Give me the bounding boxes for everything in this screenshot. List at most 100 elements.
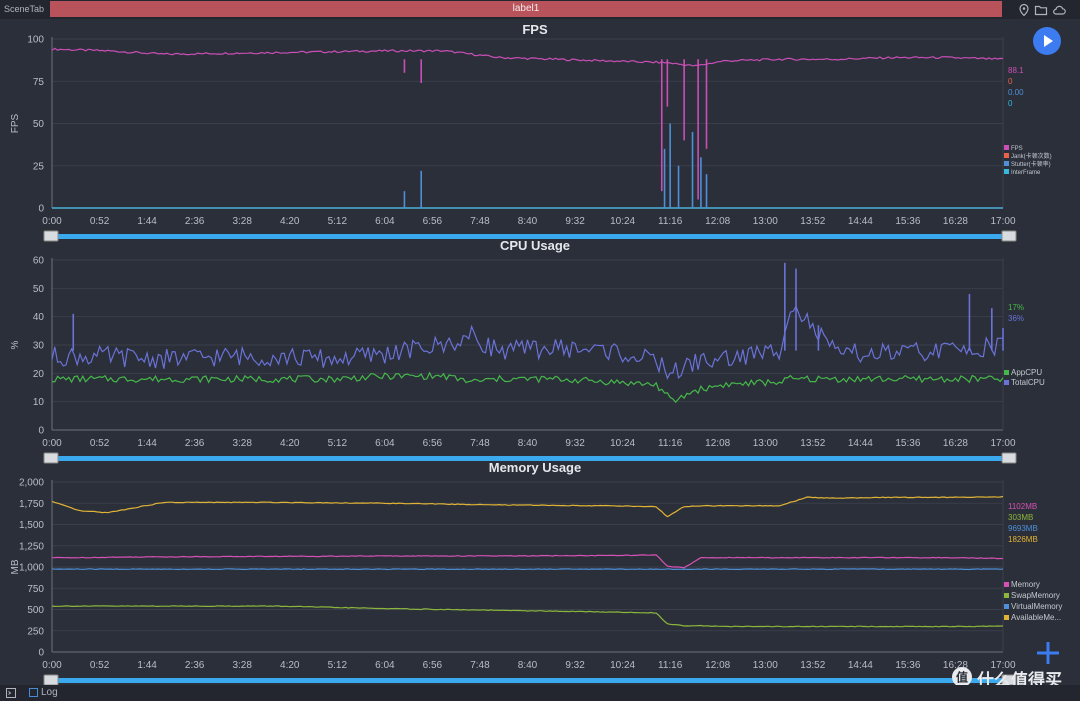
x-tick-label: 15:36 <box>895 660 920 671</box>
y-tick-label: 0 <box>38 426 44 437</box>
x-tick-label: 2:36 <box>185 438 205 449</box>
x-tick-label: 16:28 <box>943 438 968 449</box>
charts-area: FPS0255075100FPS0:00 0:52 1:44 2:36 3:28 4:20… <box>10 22 1062 685</box>
scene-tab[interactable]: SceneTab <box>2 2 46 17</box>
legend-entry[interactable]: FPS <box>1011 146 1023 152</box>
x-tick-label: 15:36 <box>895 438 920 449</box>
x-tick-label: 17:00 <box>990 216 1015 227</box>
y-axis-label: % <box>10 340 21 349</box>
y-tick-label: 1,500 <box>19 520 44 531</box>
x-tick-label: 0:52 <box>90 660 110 671</box>
y-tick-label: 30 <box>33 341 45 352</box>
series-line-0 <box>51 554 1003 569</box>
legend-entry[interactable]: Jank(卡顿次数) <box>1011 152 1052 160</box>
x-tick-label: 1:44 <box>137 216 157 227</box>
y-tick-label: 1,750 <box>19 499 44 510</box>
legend-entry[interactable]: Stutter(卡顿率) <box>1011 160 1051 168</box>
legend-swatch <box>1004 145 1009 150</box>
x-tick-label: 13:00 <box>753 438 778 449</box>
x-tick-label: 3:28 <box>232 660 252 671</box>
x-tick-label: 12:08 <box>705 660 730 671</box>
slider-handle-left[interactable] <box>43 230 59 242</box>
series-line-3 <box>51 495 1004 518</box>
x-tick-label: 11:16 <box>658 438 683 449</box>
legend-entry[interactable]: VirtualMemory <box>1011 602 1062 611</box>
x-tick-label: 8:40 <box>518 438 538 449</box>
legend-swatch <box>1004 615 1009 620</box>
x-tick-label: 9:32 <box>565 216 585 227</box>
cloud-icon[interactable] <box>1052 3 1066 17</box>
x-tick-label: 1:44 <box>137 660 157 671</box>
slider-handle-left[interactable] <box>43 674 59 685</box>
x-tick-label: 16:28 <box>943 216 968 227</box>
current-value: 36% <box>1008 314 1024 323</box>
play-icon <box>1044 35 1053 47</box>
slider-handle-right[interactable] <box>1001 230 1017 242</box>
y-tick-label: 500 <box>27 605 44 616</box>
x-tick-label: 0:00 <box>42 438 62 449</box>
location-pin-icon[interactable] <box>1017 3 1031 17</box>
y-tick-label: 10 <box>33 397 45 408</box>
plus-icon[interactable] <box>1035 640 1061 666</box>
y-tick-label: 0 <box>38 204 44 215</box>
x-tick-label: 6:56 <box>423 438 443 449</box>
current-value: 303MB <box>1008 513 1033 522</box>
x-tick-label: 15:36 <box>895 216 920 227</box>
play-button[interactable] <box>1033 27 1061 55</box>
x-tick-label: 0:00 <box>42 660 62 671</box>
range-slider[interactable] <box>51 678 1003 683</box>
current-value: 17% <box>1008 303 1024 312</box>
x-tick-label: 13:52 <box>800 660 825 671</box>
chart-mem: Memory Usage 0 250 500 750 1,000 1,250 1,500 1,7… <box>10 460 1062 685</box>
x-tick-label: 11:16 <box>658 216 683 227</box>
x-tick-label: 5:12 <box>328 216 348 227</box>
x-tick-label: 9:32 <box>565 438 585 449</box>
x-tick-label: 3:28 <box>232 438 252 449</box>
y-tick-label: 0 <box>38 648 44 659</box>
x-tick-label: 8:40 <box>518 660 538 671</box>
y-tick-label: 50 <box>33 119 45 130</box>
legend-entry[interactable]: AvailableMe... <box>1011 613 1061 622</box>
x-tick-label: 10:24 <box>610 660 635 671</box>
chart-title: Memory Usage <box>489 460 581 475</box>
slider-handle-right[interactable] <box>1001 452 1017 464</box>
x-tick-label: 4:20 <box>280 438 300 449</box>
legend-entry[interactable]: SwapMemory <box>1011 591 1060 600</box>
legend-swatch <box>1004 153 1009 158</box>
y-tick-label: 1,250 <box>19 541 44 552</box>
x-tick-label: 1:44 <box>137 438 157 449</box>
legend-entry[interactable]: Memory <box>1011 580 1040 589</box>
series-line-1 <box>51 605 1004 628</box>
label-tab[interactable]: label1 <box>50 1 1002 17</box>
chart-title: FPS <box>522 22 548 37</box>
x-tick-label: 2:36 <box>185 216 205 227</box>
y-tick-label: 75 <box>33 77 45 88</box>
terminal-icon[interactable] <box>6 688 16 698</box>
x-tick-label: 10:24 <box>610 216 635 227</box>
slider-handle-left[interactable] <box>43 452 59 464</box>
x-tick-label: 8:40 <box>518 216 538 227</box>
x-tick-label: 6:04 <box>375 438 395 449</box>
x-tick-label: 14:44 <box>848 660 873 671</box>
x-tick-label: 12:08 <box>705 438 730 449</box>
y-tick-label: 2,000 <box>19 478 44 489</box>
y-tick-label: 60 <box>33 256 45 267</box>
svg-text:值: 值 <box>956 670 968 685</box>
y-tick-label: 100 <box>27 35 44 46</box>
current-value: 1826MB <box>1008 535 1038 544</box>
x-tick-label: 6:04 <box>375 216 395 227</box>
log-checkbox[interactable] <box>29 688 38 697</box>
current-value: 9693MB <box>1008 524 1038 533</box>
log-label: Log <box>41 687 58 698</box>
legend-entry[interactable]: AppCPU <box>1011 368 1042 377</box>
x-tick-label: 13:52 <box>800 438 825 449</box>
folder-icon[interactable] <box>1034 3 1048 17</box>
x-tick-label: 7:48 <box>470 438 490 449</box>
legend-entry[interactable]: TotalCPU <box>1011 378 1045 387</box>
legend-swatch <box>1004 370 1009 375</box>
x-tick-label: 13:00 <box>753 660 778 671</box>
legend-entry[interactable]: InterFrame <box>1011 170 1041 176</box>
x-tick-label: 9:32 <box>565 660 585 671</box>
legend-swatch <box>1004 169 1009 174</box>
x-tick-label: 5:12 <box>328 438 348 449</box>
